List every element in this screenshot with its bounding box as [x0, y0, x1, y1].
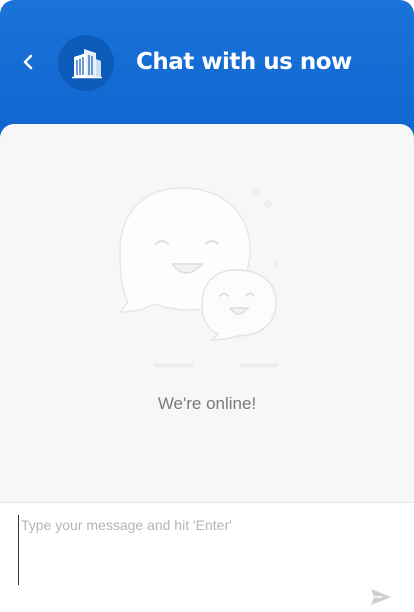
chat-bubbles-smiling-icon	[118, 187, 279, 367]
message-input[interactable]	[18, 515, 388, 585]
chevron-left-icon	[23, 54, 33, 70]
send-icon	[371, 589, 391, 605]
online-status-text: We're online!	[157, 394, 257, 413]
chat-widget: Chat with us now We're online!	[0, 0, 414, 612]
chat-title: Chat with us now	[136, 49, 352, 75]
buildings-icon	[72, 49, 102, 79]
company-logo	[58, 35, 114, 91]
message-composer	[0, 502, 414, 612]
send-button[interactable]	[368, 585, 394, 609]
back-button[interactable]	[14, 48, 42, 76]
chat-body: We're online!	[0, 124, 414, 502]
chat-header: Chat with us now	[0, 0, 414, 140]
